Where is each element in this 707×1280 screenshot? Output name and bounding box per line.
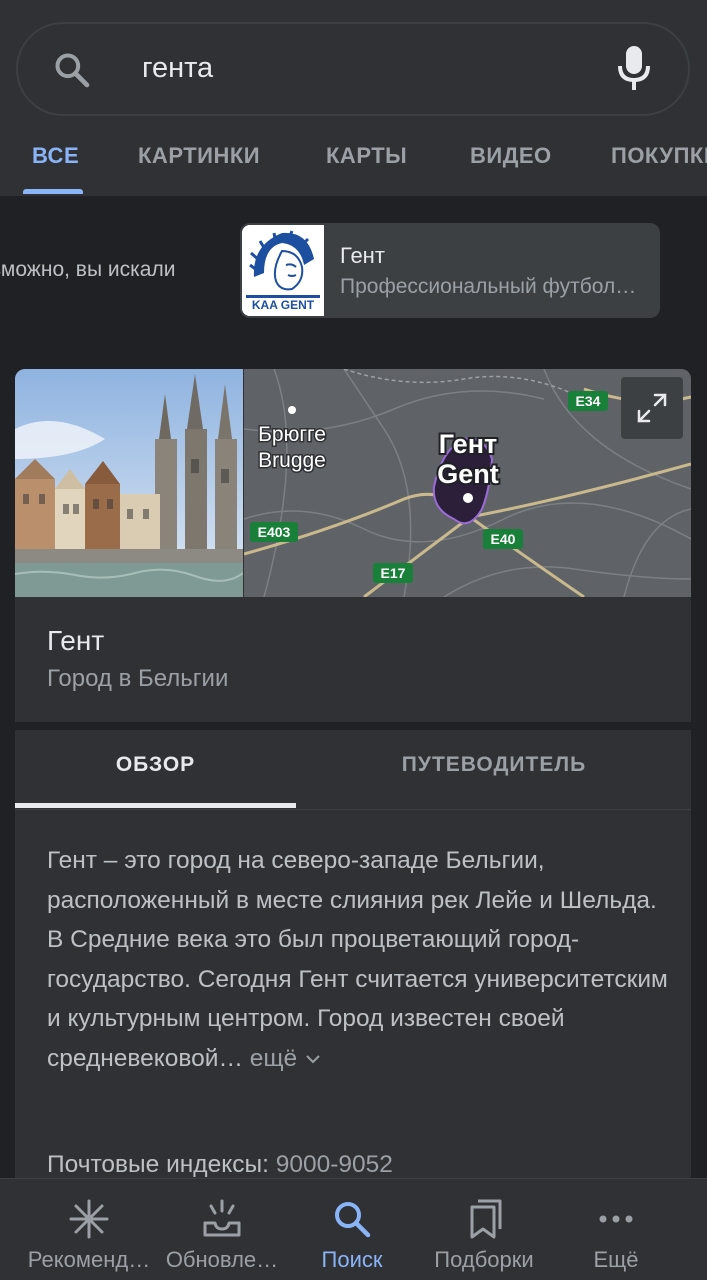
nav-search[interactable]: Поиск [300, 1179, 404, 1280]
nav-discover[interactable]: Рекоменд… [12, 1179, 166, 1280]
bottom-navigation: Рекоменд… Обновле… Поиск Подборки Ещё [0, 1178, 707, 1280]
tab-guide[interactable]: ПУТЕВОДИТЕЛЬ [353, 730, 635, 808]
logo-text: KAA GENT [252, 298, 315, 312]
postal-value[interactable]: 9000-9052 [269, 1151, 393, 1178]
road-badge-e34: E34 [576, 393, 601, 409]
nav-updates-label: Обновле… [165, 1247, 279, 1272]
chevron-down-icon[interactable] [304, 1053, 322, 1065]
tab-videos[interactable]: ВИДЕО [470, 128, 552, 196]
search-icon[interactable] [52, 50, 92, 90]
entity-tabs: ОБЗОР ПУТЕВОДИТЕЛЬ [15, 730, 691, 810]
search-bar[interactable]: гента [16, 22, 690, 116]
microphone-icon[interactable] [616, 44, 652, 92]
nav-collections[interactable]: Подборки [420, 1179, 548, 1280]
nav-search-label: Поиск [321, 1247, 383, 1272]
inbox-updates-icon [203, 1199, 241, 1237]
expand-map-button[interactable] [621, 377, 683, 439]
search-icon [335, 1202, 371, 1238]
entity-header: Гент Город в Бельгии [15, 597, 691, 722]
nav-more[interactable]: Ещё [566, 1179, 666, 1280]
map-label-ghent-ru: Гент [439, 429, 497, 459]
map-label-ghent-en: Gent [437, 459, 499, 489]
did-you-mean-label: вможно, вы искали [0, 258, 176, 281]
map-label-bruges-ru: Брюгге [258, 423, 326, 446]
knowledge-panel: Брюгге Brugge Гент Gent E34 E403 E40 E17 [15, 369, 691, 1269]
entity-description: Гент – это город на северо-западе Бельги… [47, 841, 669, 1078]
kaa-gent-logo: KAA GENT [242, 225, 324, 316]
nav-discover-label: Рекоменд… [27, 1247, 151, 1272]
road-badge-e17: E17 [381, 565, 406, 581]
description-text: Гент – это город на северо-западе Бельги… [47, 847, 668, 1072]
search-input[interactable]: гента [142, 52, 213, 85]
nav-more-label: Ещё [593, 1247, 639, 1272]
more-link[interactable]: ещё [243, 1045, 297, 1072]
tab-overview[interactable]: ОБЗОР [15, 730, 296, 808]
tab-maps[interactable]: КАРТЫ [326, 128, 407, 196]
expand-icon [637, 393, 667, 423]
nav-collections-label: Подборки [434, 1247, 534, 1272]
did-you-mean-subtitle: Профессиональный футбольный клуб [340, 275, 645, 298]
entity-tab-indicator [15, 803, 296, 808]
search-tabs: ВСЕ КАРТИНКИ КАРТЫ ВИДЕО ПОКУПКИ [0, 128, 707, 196]
more-dots-icon [599, 1215, 633, 1223]
asterisk-icon [69, 1199, 109, 1239]
tab-all[interactable]: ВСЕ [32, 128, 79, 196]
road-badge-e40: E40 [491, 531, 516, 547]
road-badge-e403: E403 [258, 524, 291, 540]
city-photo[interactable] [15, 369, 243, 597]
section-divider [15, 722, 691, 730]
page: гента ВСЕ КАРТИНКИ КАРТЫ ВИДЕО ПОКУПКИ в… [0, 0, 707, 1280]
search-header: гента ВСЕ КАРТИНКИ КАРТЫ ВИДЕО ПОКУПКИ [0, 0, 707, 196]
entity-subtitle: Город в Бельгии [47, 665, 229, 692]
did-you-mean-title: Гент [340, 243, 385, 268]
active-tab-indicator [23, 189, 83, 194]
tab-images[interactable]: КАРТИНКИ [138, 128, 260, 196]
did-you-mean-card[interactable]: KAA GENT Гент Профессиональный футбольны… [240, 223, 660, 318]
nav-updates[interactable]: Обновле… [160, 1179, 284, 1280]
postal-codes: Почтовые индексы: 9000-9052 [47, 1151, 393, 1179]
collections-icon [470, 1199, 502, 1239]
entity-title: Гент [47, 625, 105, 656]
tab-shopping[interactable]: ПОКУПКИ [611, 128, 707, 196]
postal-label: Почтовые индексы: [47, 1151, 269, 1178]
map-label-bruges-en: Brugge [258, 449, 326, 472]
